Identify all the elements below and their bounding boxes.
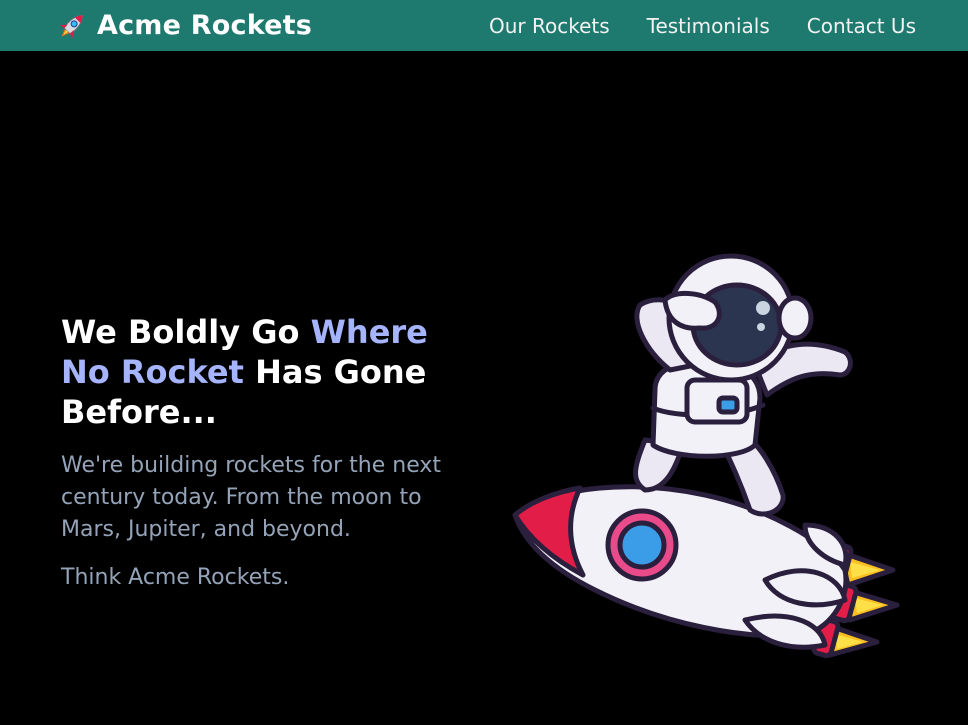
brand[interactable]: Acme Rockets xyxy=(55,9,312,43)
nav-link-our-rockets[interactable]: Our Rockets xyxy=(489,14,610,38)
hero-section: We Boldly Go Where No Rocket Has Gone Be… xyxy=(61,312,461,594)
main-nav: Our Rockets Testimonials Contact Us xyxy=(489,14,916,38)
nav-link-testimonials[interactable]: Testimonials xyxy=(647,14,770,38)
hero-title: We Boldly Go Where No Rocket Has Gone Be… xyxy=(61,312,461,432)
hero-title-part1: We Boldly Go xyxy=(61,313,311,351)
hero-paragraph: We're building rockets for the next cent… xyxy=(61,453,442,542)
site-header: Acme Rockets Our Rockets Testimonials Co… xyxy=(0,0,968,51)
hero-tagline: Think Acme Rockets. xyxy=(61,565,290,590)
astronaut-on-rocket-illustration xyxy=(512,253,900,659)
brand-name: Acme Rockets xyxy=(97,10,313,41)
rocket-icon xyxy=(59,14,84,38)
nav-link-contact-us[interactable]: Contact Us xyxy=(807,14,916,38)
